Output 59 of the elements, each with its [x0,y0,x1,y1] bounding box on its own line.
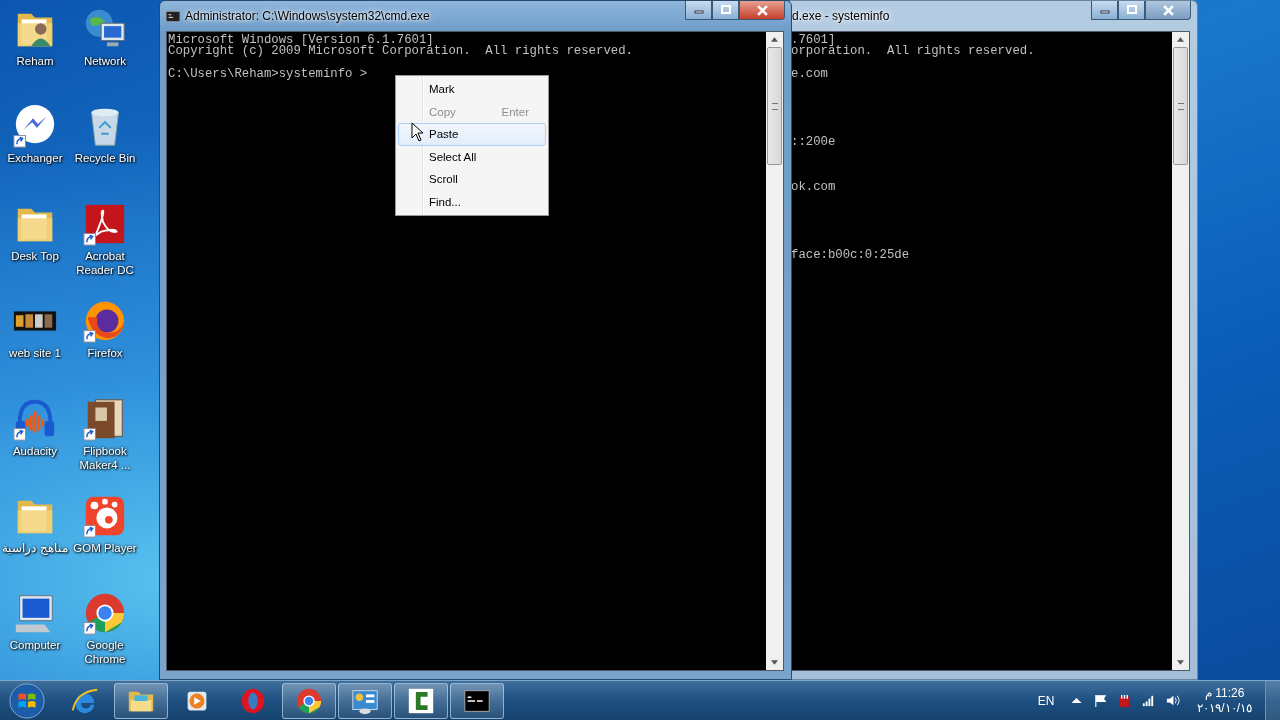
desktop-icon-label: مناهج دراسية [2,540,68,555]
console-line: orporation. All rights reserved. [791,46,1035,58]
desktop-icon-label: Google Chrome [83,638,127,667]
close-button[interactable] [1145,1,1191,20]
console-line: ok.com [791,181,836,194]
menu-item[interactable]: Find... [398,190,546,213]
desktop-icon-label: GOM Player [73,540,137,555]
maximize-button[interactable] [712,1,739,20]
scroll-down-icon[interactable] [1177,660,1184,665]
desktop-icon-label: Recycle Bin [74,151,136,166]
desktop-icon-label: web site 1 [9,346,61,361]
desktop-icon-label: Network [83,54,127,68]
desktop-icon-label: Exchanger [7,151,63,166]
desktop-icon-label: Acrobat Reader DC [75,248,135,277]
taskbar-button[interactable] [114,682,168,719]
scroll-up-icon[interactable] [1177,37,1184,42]
maximize-button[interactable] [1118,1,1145,20]
desktop-icon-label: Firefox [87,346,123,361]
desktop-icon-label: Desk Top [11,248,59,263]
clock-time: 11:26 م [1204,685,1245,701]
taskbar-button[interactable] [282,682,336,719]
language-indicator[interactable]: EN [1037,693,1055,708]
window-title: Administrator: C:\Windows\system32\cmd.exe [185,9,430,23]
mouse-pointer-icon [411,122,423,142]
console-line: Copyright (c) 2009 Microsoft Corporation. All rights reserved. [168,46,633,58]
console-line: face:b00c:0:25de [791,249,910,261]
window-title: d.exe - systeminfo [792,9,890,23]
minimize-button[interactable] [685,1,712,20]
taskbar-button[interactable] [338,682,392,719]
desktop-icon-label: Audacity [12,443,58,458]
desktop-icon-label: Flipbook Maker4 ... [78,443,132,472]
clock-date: ٢٠١٩/١٠/١٥ [1197,700,1252,716]
close-icon [756,4,768,16]
console-line: e.com [791,68,828,81]
show-desktop-button[interactable] [1265,680,1280,720]
menu-item[interactable]: Paste [398,123,546,146]
taskbar-button[interactable] [394,682,448,719]
console-line: ::200e [791,136,836,148]
flag-icon[interactable] [1093,693,1109,708]
menu-item[interactable]: Scroll [398,168,546,191]
minimize-button[interactable] [1091,1,1118,20]
desktop-icon-label: Computer [9,638,61,653]
close-button[interactable] [739,1,785,20]
console-line: C:\Users\Reham>systeminfo > [168,68,368,81]
scroll-up-icon[interactable] [771,37,778,42]
console-line: .7601] [791,35,836,47]
menu-item[interactable]: Select All [398,145,546,168]
scrollbar[interactable] [1172,32,1189,670]
scroll-down-icon[interactable] [771,660,778,665]
menu-item[interactable]: Mark [398,78,546,101]
taskbar-button[interactable] [450,682,504,719]
scrollbar[interactable] [766,32,783,670]
close-icon [1162,4,1174,16]
command-prompt-icon [166,10,180,22]
speaker-icon[interactable] [1165,693,1181,708]
maximize-icon [1126,5,1137,15]
desktop-icon-label: Reham [16,54,54,68]
maximize-icon [720,5,731,15]
clock[interactable]: 11:26 م ٢٠١٩/١٠/١٥ [1197,685,1252,716]
